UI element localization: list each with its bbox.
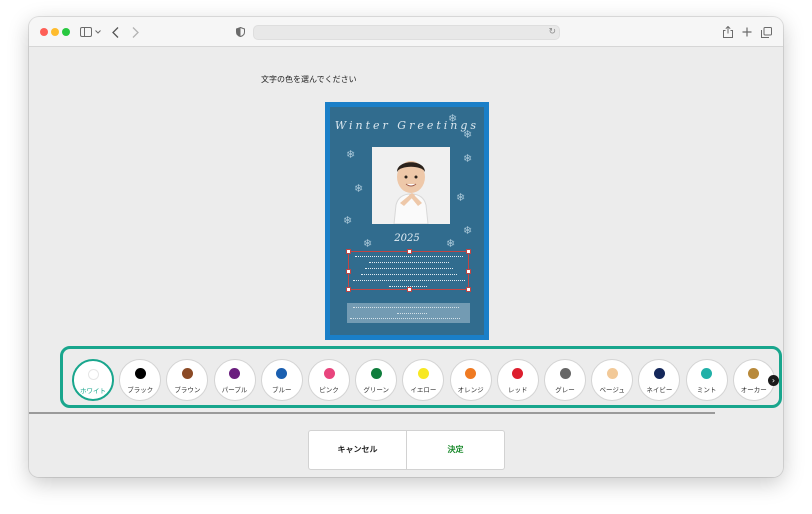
next-arrow-icon[interactable]: ›: [768, 375, 779, 386]
color-swatch[interactable]: レッド: [496, 359, 539, 401]
swatch-label: グレー: [555, 386, 575, 394]
color-dot: [276, 368, 288, 379]
resize-handle[interactable]: [346, 269, 351, 274]
swatch-label: パープル: [221, 386, 248, 394]
sender-line: [397, 313, 427, 314]
swatch-label: オレンジ: [457, 386, 484, 394]
snowflake-icon: ❄: [343, 214, 353, 227]
color-dot: [465, 368, 477, 379]
chevron-down-icon[interactable]: [94, 24, 102, 40]
color-swatch[interactable]: ベージュ: [591, 359, 634, 401]
snowflake-icon: ❄: [346, 148, 356, 161]
swatch-label: ホワイト: [80, 387, 106, 395]
resize-handle[interactable]: [407, 287, 412, 292]
resize-handle[interactable]: [407, 249, 412, 254]
selected-message-textbox[interactable]: [346, 249, 471, 292]
reload-icon[interactable]: ↻: [548, 26, 556, 39]
swatch-label: ネイビー: [646, 386, 673, 394]
swatch-label: レッド: [508, 386, 528, 394]
color-swatch[interactable]: グレー: [544, 359, 586, 401]
color-swatch[interactable]: ブルー: [260, 359, 303, 401]
swatch-label: ブルー: [272, 386, 292, 394]
plus-icon[interactable]: [741, 24, 753, 40]
snowflake-icon: ❄: [456, 191, 466, 204]
browser-window: ↻ 文字の色を選んでください Winter Greetings ❄ ❄ ❄ ❄ …: [29, 17, 783, 477]
zoom-window-button[interactable]: [62, 28, 70, 36]
sender-line: [350, 318, 460, 319]
sender-line: [353, 307, 459, 308]
resize-handle[interactable]: [466, 269, 471, 274]
color-dot: [653, 368, 665, 379]
snowflake-icon: ❄: [354, 182, 364, 195]
close-window-button[interactable]: [40, 28, 48, 36]
swatch-label: ピンク: [319, 386, 339, 394]
message-line: [353, 280, 465, 281]
color-swatch[interactable]: イエロー: [402, 359, 445, 401]
snowflake-icon: ❄: [463, 152, 473, 165]
swatch-label: グリーン: [363, 386, 390, 394]
color-dot: [701, 368, 713, 379]
swatch-label: オーカー: [740, 386, 767, 394]
resize-handle[interactable]: [466, 249, 471, 254]
card-preview: Winter Greetings ❄ ❄ ❄ ❄ ❄ ❄ ❄ ❄ ❄ ❄ 202…: [330, 107, 484, 335]
color-swatch[interactable]: ミント: [685, 359, 728, 401]
action-buttons: キャンセル 決定: [308, 430, 506, 470]
snowflake-icon: ❄: [463, 128, 473, 141]
address-bar[interactable]: ↻: [253, 25, 560, 40]
color-dot: [370, 368, 382, 379]
swatch-label: イエロー: [410, 386, 437, 394]
child-photo: [372, 147, 450, 224]
color-dot: [559, 368, 571, 379]
resize-handle[interactable]: [466, 287, 471, 292]
resize-handle[interactable]: [346, 249, 351, 254]
color-dot: [323, 368, 335, 379]
color-dot: [181, 368, 193, 379]
palette-scrollbar[interactable]: [29, 412, 715, 414]
minimize-window-button[interactable]: [51, 28, 59, 36]
message-line: [355, 256, 463, 257]
shield-icon: [235, 24, 245, 40]
swatch-label: ブラック: [127, 386, 154, 394]
sender-textbox[interactable]: [347, 303, 470, 323]
color-swatch[interactable]: パープル: [213, 359, 256, 401]
color-dot: [606, 368, 618, 379]
snowflake-icon: ❄: [448, 112, 458, 125]
swatch-label: ブラウン: [174, 386, 201, 394]
color-dot: [417, 368, 429, 379]
instruction-text: 文字の色を選んでください: [261, 75, 357, 84]
forward-icon[interactable]: [129, 24, 141, 40]
color-dot: [87, 369, 99, 380]
color-swatch[interactable]: オレンジ: [449, 359, 492, 401]
color-swatch[interactable]: ブラウン: [166, 359, 209, 401]
color-dot: [229, 368, 241, 379]
message-line: [365, 268, 453, 269]
share-icon[interactable]: [722, 24, 734, 40]
color-swatch[interactable]: グリーン: [355, 359, 398, 401]
color-dot: [512, 368, 524, 379]
resize-handle[interactable]: [346, 287, 351, 292]
swatch-label: ミント: [696, 386, 717, 394]
swatch-label: ベージュ: [599, 386, 625, 394]
card-greeting: Winter Greetings: [334, 119, 480, 132]
sidebar-icon[interactable]: [79, 24, 93, 40]
card-year: 2025: [394, 233, 420, 244]
confirm-button[interactable]: 決定: [406, 430, 505, 470]
cancel-button[interactable]: キャンセル: [308, 430, 407, 470]
color-swatch[interactable]: ピンク: [308, 359, 350, 401]
browser-toolbar: ↻: [29, 17, 783, 47]
color-swatch[interactable]: ネイビー: [638, 359, 681, 401]
color-palette: ホワイト ブラック ブラウン パープル ブルー ピンク グリーン イエロー オレンジ レッド グレー…: [60, 346, 782, 408]
page-content: 文字の色を選んでください Winter Greetings ❄ ❄ ❄ ❄ ❄ …: [29, 48, 783, 477]
color-dot: [134, 368, 146, 379]
color-swatch[interactable]: ホワイト: [72, 359, 114, 401]
message-line: [369, 262, 449, 263]
message-line: [361, 274, 457, 275]
back-icon[interactable]: [109, 24, 121, 40]
tabs-icon[interactable]: [760, 24, 772, 40]
card-preview-frame: Winter Greetings ❄ ❄ ❄ ❄ ❄ ❄ ❄ ❄ ❄ ❄ 202…: [325, 102, 489, 340]
color-swatch[interactable]: ブラック: [119, 359, 162, 401]
color-dot: [748, 368, 760, 379]
